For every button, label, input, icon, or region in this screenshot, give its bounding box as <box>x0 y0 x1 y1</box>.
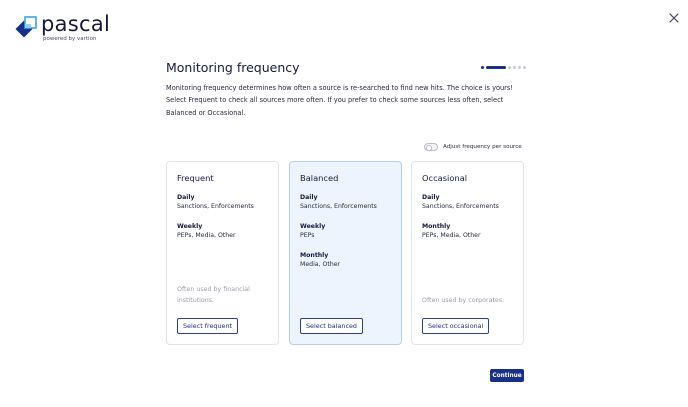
card-note: Often used by corporates. <box>422 297 505 304</box>
page-description: Monitoring frequency determines how ofte… <box>166 84 513 117</box>
frequency-group: Daily Sanctions, Enforcements <box>422 193 513 211</box>
close-button[interactable] <box>668 9 680 23</box>
step-dot <box>523 66 526 69</box>
card-note: Often used by financial institutions. <box>177 286 250 304</box>
frequency-label: Daily <box>422 194 440 201</box>
card-title: Frequent <box>177 173 214 183</box>
card-occasional[interactable]: Occasional Daily Sanctions, Enforcements… <box>411 161 524 345</box>
frequency-sources: Sanctions, Enforcements <box>422 203 499 210</box>
step-dot <box>481 66 484 69</box>
frequency-sources: Sanctions, Enforcements <box>177 203 254 210</box>
frequency-group: Monthly Media, Other <box>300 251 391 269</box>
frequency-label: Weekly <box>177 223 203 230</box>
close-icon <box>669 13 679 23</box>
page-title: Monitoring frequency <box>166 60 300 75</box>
card-balanced[interactable]: Balanced Daily Sanctions, Enforcements W… <box>289 161 402 345</box>
frequency-sources: Media, Other <box>300 261 341 268</box>
pascal-logo: pascal powered by vartion <box>14 13 124 47</box>
brand-tagline: powered by vartion <box>43 36 97 42</box>
frequency-group: Daily Sanctions, Enforcements <box>300 193 391 211</box>
select-occasional-button[interactable]: Select occasional <box>422 318 490 334</box>
frequency-label: Monthly <box>422 223 451 230</box>
page-header: Monitoring frequency <box>166 60 526 76</box>
select-balanced-button[interactable]: Select balanced <box>300 318 363 334</box>
frequency-label: Daily <box>300 194 318 201</box>
step-dot <box>513 66 516 69</box>
frequency-group: Daily Sanctions, Enforcements <box>177 193 268 211</box>
continue-button[interactable]: Continue <box>490 369 524 382</box>
frequency-label: Weekly <box>300 223 326 230</box>
frequency-group: Weekly PEPs <box>300 222 391 240</box>
step-dot <box>508 66 511 69</box>
step-dot <box>518 66 521 69</box>
frequency-sources: PEPs, Media, Other <box>177 232 236 239</box>
frequency-group: Weekly PEPs, Media, Other <box>177 222 268 240</box>
frequency-label: Monthly <box>300 252 329 259</box>
card-title: Occasional <box>422 173 468 183</box>
brand-name: pascal <box>41 12 111 36</box>
adjust-per-source-label: Adjust frequency per source <box>443 144 522 150</box>
frequency-group: Monthly PEPs, Media, Other <box>422 222 513 240</box>
frequency-sources: PEPs <box>300 232 315 239</box>
frequency-label: Daily <box>177 194 195 201</box>
step-active <box>486 66 506 69</box>
pascal-logo-icon <box>15 16 37 38</box>
card-frequent[interactable]: Frequent Daily Sanctions, Enforcements W… <box>166 161 279 345</box>
step-indicator <box>481 66 526 69</box>
adjust-per-source-row: Adjust frequency per source <box>424 142 522 152</box>
card-title: Balanced <box>300 173 339 183</box>
frequency-sources: Sanctions, Enforcements <box>300 203 377 210</box>
adjust-per-source-toggle[interactable] <box>424 143 438 151</box>
frequency-sources: PEPs, Media, Other <box>422 232 481 239</box>
select-frequent-button[interactable]: Select frequent <box>177 318 239 334</box>
